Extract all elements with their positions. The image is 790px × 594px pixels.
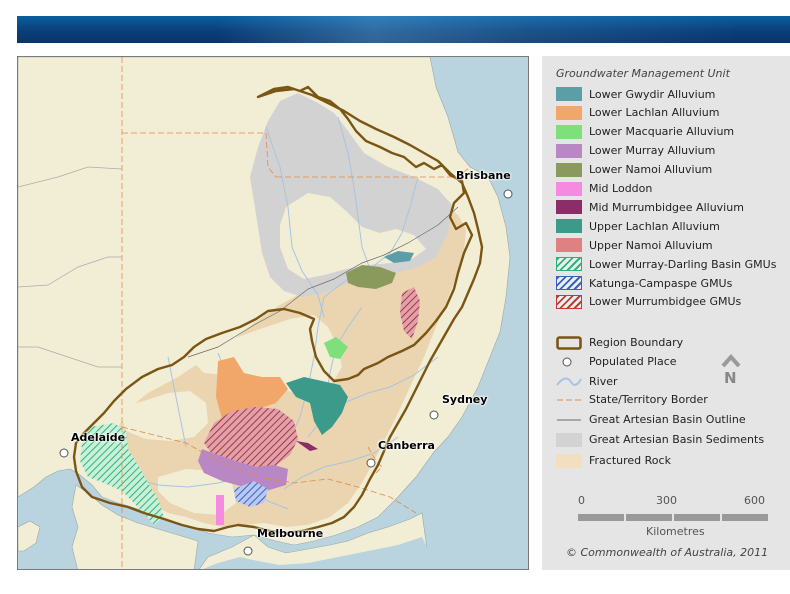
legend-item-state-border: State/Territory Border: [556, 392, 708, 406]
legend-swatch: [556, 238, 582, 253]
legend-item: Mid Loddon: [556, 181, 653, 196]
river-icon: [556, 374, 582, 388]
legend-label: Upper Namoi Alluvium: [589, 238, 713, 252]
legend-label: Mid Murrumbidgee Alluvium: [589, 200, 744, 214]
legend-item-river: River: [556, 374, 618, 388]
copyright-text: © Commonwealth of Australia, 2011: [566, 546, 769, 559]
legend-item-gab-outline: Great Artesian Basin Outline: [556, 412, 746, 426]
legend-swatch: [556, 124, 582, 139]
legend-label: Great Artesian Basin Outline: [589, 412, 746, 426]
legend-label: Fractured Rock: [589, 453, 671, 467]
scale-segment: [626, 514, 672, 521]
legend-label: Lower Macquarie Alluvium: [589, 125, 735, 139]
legend-item: Upper Lachlan Alluvium: [556, 219, 720, 234]
legend-item: Upper Namoi Alluvium: [556, 238, 713, 253]
legend-item-populated-place: Populated Place: [556, 354, 677, 368]
north-arrow: N: [720, 352, 742, 388]
legend-swatch: [556, 219, 582, 234]
populated-place-icon: [556, 354, 582, 368]
legend-label: Lower Namoi Alluvium: [589, 163, 713, 177]
scale-segment: [722, 514, 768, 521]
state-border-icon: [556, 392, 582, 406]
legend-swatch: [556, 181, 582, 196]
legend-swatch: [556, 276, 582, 290]
city-label-sydney: Sydney: [442, 393, 488, 406]
map-canvas: [18, 57, 528, 569]
fractured-rock-icon: [556, 453, 582, 468]
header-banner: [17, 16, 790, 43]
legend-label: Mid Loddon: [589, 182, 653, 195]
legend-item: Mid Murrumbidgee Alluvium: [556, 200, 744, 215]
legend-swatch: [556, 257, 582, 272]
city-label-brisbane: Brisbane: [456, 169, 511, 182]
scale-segment: [674, 514, 720, 521]
scale-tick-300: 300: [656, 494, 677, 507]
legend-swatch: [556, 162, 582, 177]
legend-label: Lower Murray Alluvium: [589, 144, 716, 158]
city-label-adelaide: Adelaide: [71, 431, 126, 444]
legend-label: Great Artesian Basin Sediments: [589, 432, 765, 446]
legend-label: Lower Gwydir Alluvium: [589, 87, 716, 101]
legend-item-gab-sediments: Great Artesian Basin Sediments: [556, 432, 765, 447]
gmu-mid-loddon: [216, 495, 224, 525]
legend-swatch: [556, 105, 582, 120]
legend-label: Region Boundary: [589, 335, 684, 349]
legend-item-fractured-rock: Fractured Rock: [556, 453, 671, 468]
legend-swatch: [556, 294, 582, 309]
legend-label: Populated Place: [589, 354, 677, 368]
legend-item: Lower Murray-Darling Basin GMUs: [556, 257, 777, 272]
legend-title: Groundwater Management Unit: [556, 67, 730, 80]
legend-item-region-boundary: Region Boundary: [556, 335, 684, 350]
legend-swatch: [556, 87, 582, 101]
legend-item: Katunga-Campaspe GMUs: [556, 276, 732, 290]
scale-tick-600: 600: [744, 494, 765, 507]
map-panel[interactable]: Brisbane Sydney Canberra Adelaide Melbou…: [17, 56, 529, 570]
legend-item: Lower Lachlan Alluvium: [556, 105, 720, 120]
legend-item: Lower Murrumbidgee GMUs: [556, 294, 742, 309]
legend-label: River: [589, 374, 618, 388]
legend-label: Lower Murrumbidgee GMUs: [589, 295, 742, 309]
gab-outline-icon: [556, 412, 582, 426]
city-label-melbourne: Melbourne: [257, 527, 324, 540]
legend-label: Katunga-Campaspe GMUs: [589, 276, 733, 290]
scale-unit: Kilometres: [646, 525, 705, 538]
legend-label: State/Territory Border: [589, 392, 708, 406]
gab-sediments-icon: [556, 432, 582, 447]
city-label-canberra: Canberra: [378, 439, 435, 452]
scale-segment: [578, 514, 624, 521]
legend-item: Lower Macquarie Alluvium: [556, 124, 735, 139]
legend-item: Lower Murray Alluvium: [556, 143, 716, 158]
scale-tick-0: 0: [578, 494, 585, 507]
legend-panel: Groundwater Management Unit Lower Gwydir…: [542, 56, 790, 570]
region-boundary-icon: [556, 335, 582, 350]
legend-item: Lower Gwydir Alluvium: [556, 87, 715, 101]
legend-item: Lower Namoi Alluvium: [556, 162, 713, 177]
legend-label: Lower Lachlan Alluvium: [589, 106, 720, 120]
legend-label: Upper Lachlan Alluvium: [589, 219, 720, 233]
north-label: N: [724, 369, 737, 387]
legend-swatch: [556, 143, 582, 158]
legend-label: Lower Murray-Darling Basin GMUs: [589, 257, 777, 271]
legend-swatch: [556, 200, 582, 215]
banner-gloss: [217, 16, 737, 43]
